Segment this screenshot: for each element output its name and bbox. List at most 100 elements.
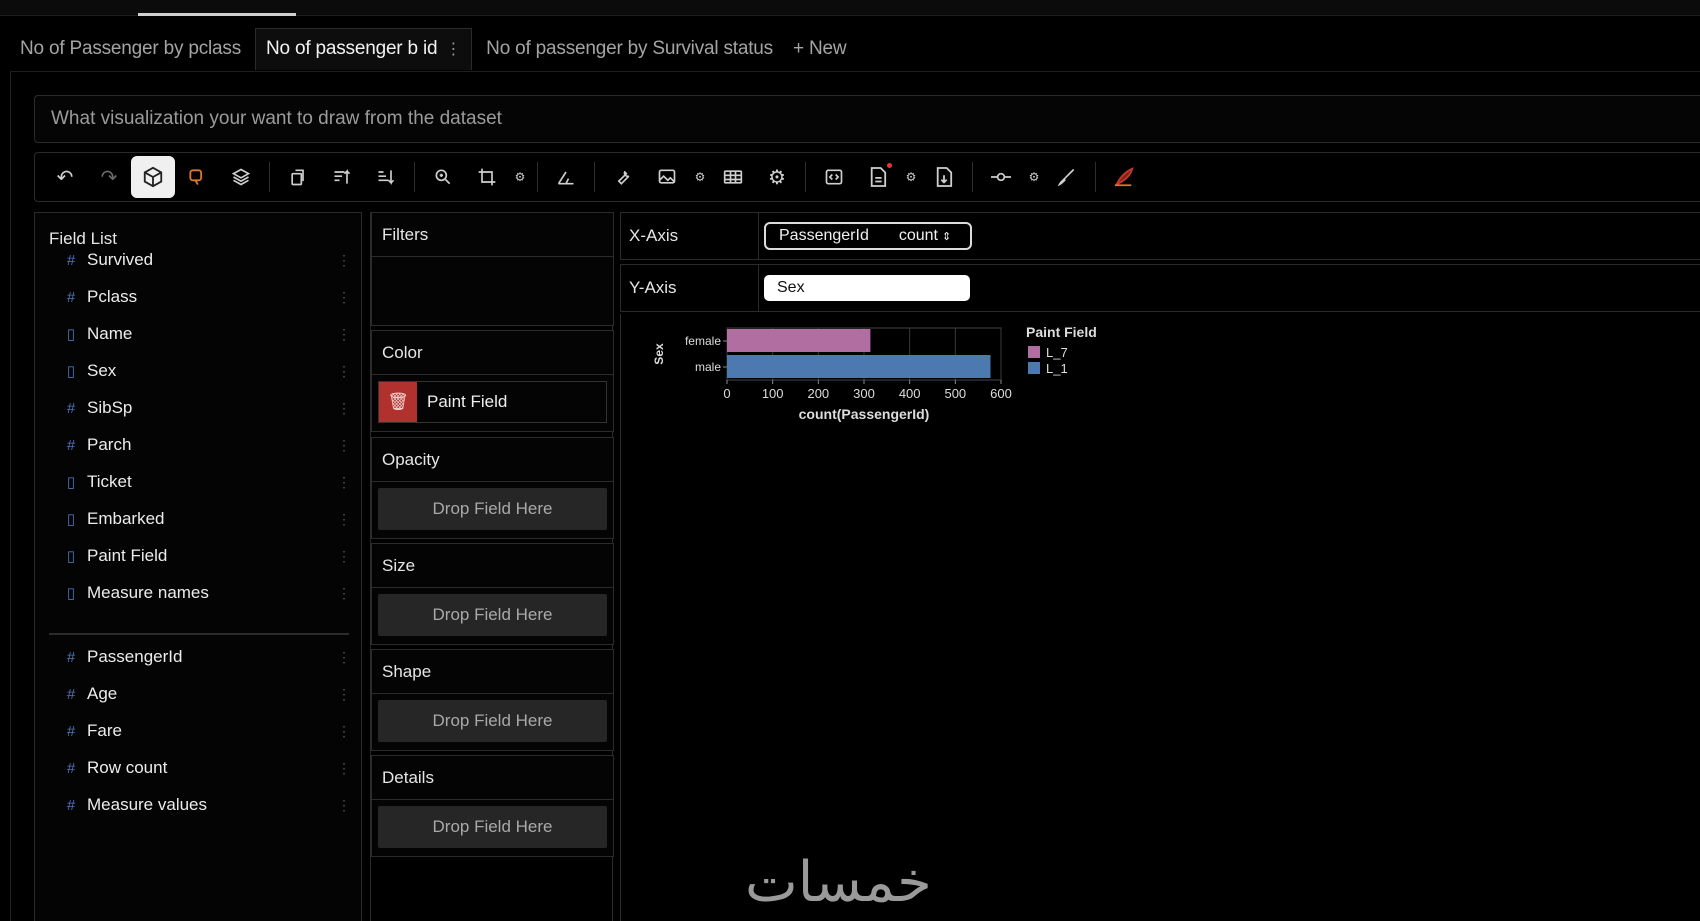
line-settings-icon[interactable]: ⚙ <box>1023 157 1045 197</box>
y-axis-field-pill[interactable]: Sex <box>764 275 970 301</box>
shape-title: Shape <box>372 650 613 694</box>
size-title: Size <box>372 544 613 588</box>
kebab-menu-icon[interactable]: ⋮ <box>337 585 351 602</box>
sort-descending-icon[interactable] <box>364 157 408 197</box>
code-icon[interactable] <box>812 157 856 197</box>
drop-zone[interactable]: Drop Field Here <box>378 806 607 848</box>
field-label: Sex <box>87 361 117 380</box>
chart-canvas: 0 100 200 300 400 500 600 female male count(Passe… <box>620 314 1700 921</box>
field-label: Ticket <box>87 472 132 491</box>
kebab-menu-icon[interactable]: ⋮ <box>337 511 351 528</box>
kebab-menu-icon[interactable]: ⋮ <box>337 437 351 454</box>
x-tick-label: 400 <box>899 386 921 401</box>
field-item[interactable]: ▯ Paint Field ⋮ <box>61 541 351 571</box>
undo-icon[interactable]: ↶ <box>43 157 87 197</box>
field-item[interactable]: # Fare ⋮ <box>61 716 351 746</box>
toolbar-divider <box>972 162 973 192</box>
x-tick-label: 300 <box>853 386 875 401</box>
nl-query-input[interactable]: What visualization your want to draw fro… <box>34 95 1700 143</box>
table-icon[interactable] <box>711 157 755 197</box>
kebab-menu-icon[interactable]: ⋮ <box>337 474 351 491</box>
tab-label: No of passenger b id <box>266 38 438 59</box>
kebab-menu-icon[interactable]: ⋮ <box>337 760 351 777</box>
kebab-menu-icon[interactable]: ⋮ <box>337 363 351 380</box>
line-icon[interactable] <box>979 157 1023 197</box>
toolbar-divider <box>805 162 806 192</box>
tab-passenger-by-survival[interactable]: No of passenger by Survival status <box>476 28 783 70</box>
download-file-icon[interactable] <box>922 157 966 197</box>
x-axis-field-pill[interactable]: PassengerId count ⇕ <box>764 222 972 250</box>
aggregation-select[interactable]: count <box>899 227 938 245</box>
hash-icon: # <box>66 288 76 306</box>
field-item[interactable]: # Survived ⋮ <box>61 245 351 275</box>
tab-passenger-by-id[interactable]: No of passenger b id ⋮ <box>255 27 473 70</box>
x-axis-shelf[interactable]: X-Axis PassengerId count ⇕ <box>620 212 1700 260</box>
kebab-menu-icon[interactable]: ⋮ <box>337 548 351 565</box>
drop-zone[interactable]: Drop Field Here <box>378 700 607 742</box>
field-item[interactable]: ▯ Name ⋮ <box>61 319 351 349</box>
cube-icon[interactable] <box>131 156 175 198</box>
field-label: Pclass <box>87 287 138 306</box>
field-item[interactable]: ▯ Embarked ⋮ <box>61 504 351 534</box>
new-tab-button[interactable]: + New <box>783 28 856 70</box>
sort-ascending-icon[interactable] <box>320 157 364 197</box>
zoom-icon[interactable] <box>421 157 465 197</box>
encoding-panel: Filters Color 🗑 Paint Field Opacity Drop… <box>370 212 614 921</box>
field-item[interactable]: ▯ Sex ⋮ <box>61 356 351 386</box>
bar-chart[interactable]: 0 100 200 300 400 500 600 female male count(Passe… <box>621 314 1700 614</box>
legend-label: L_1 <box>1046 361 1068 376</box>
wrench-icon[interactable] <box>601 157 645 197</box>
field-label: Row count <box>87 758 168 777</box>
field-item[interactable]: # Age ⋮ <box>61 679 351 709</box>
field-item[interactable]: # Parch ⋮ <box>61 430 351 460</box>
tab-passenger-by-pclass[interactable]: No of Passenger by pclass <box>10 28 251 70</box>
field-label: Parch <box>87 435 132 454</box>
kebab-menu-icon[interactable]: ⋮ <box>337 252 351 269</box>
transpose-icon[interactable] <box>276 157 320 197</box>
field-item[interactable]: # PassengerId ⋮ <box>61 642 351 672</box>
kebab-menu-icon[interactable]: ⋮ <box>337 649 351 666</box>
y-axis-shelf[interactable]: Y-Axis Sex <box>620 264 1700 312</box>
x-axis-label: X-Axis <box>621 213 759 259</box>
image-icon[interactable] <box>645 157 689 197</box>
axis-icon[interactable] <box>544 157 588 197</box>
kebab-menu-icon[interactable]: ⋮ <box>337 400 351 417</box>
field-item[interactable]: # Row count ⋮ <box>61 753 351 783</box>
field-item[interactable]: ▯ Ticket ⋮ <box>61 467 351 497</box>
field-item[interactable]: # Pclass ⋮ <box>61 282 351 312</box>
drop-zone[interactable]: Drop Field Here <box>378 488 607 530</box>
layers-icon[interactable] <box>219 157 263 197</box>
kebab-menu-icon[interactable]: ⋮ <box>337 289 351 306</box>
color-field-label: Paint Field <box>427 392 508 411</box>
kebab-menu-icon[interactable]: ⋮ <box>337 797 351 814</box>
field-item[interactable]: # Measure values ⋮ <box>61 790 351 820</box>
crop-settings-icon[interactable]: ⚙ <box>509 157 531 197</box>
color-field-pill[interactable]: 🗑 Paint Field <box>378 381 607 423</box>
gear-icon[interactable]: ⚙ <box>755 157 799 197</box>
feather-icon[interactable] <box>1102 157 1146 197</box>
field-item[interactable]: # SibSp ⋮ <box>61 393 351 423</box>
filters-shelf[interactable]: Filters <box>371 212 614 326</box>
field-item[interactable]: ▯ Measure names ⋮ <box>61 578 351 608</box>
kebab-menu-icon[interactable]: ⋮ <box>337 326 351 343</box>
x-tick-label: 0 <box>723 386 730 401</box>
kebab-menu-icon[interactable]: ⋮ <box>445 39 461 59</box>
crop-icon[interactable] <box>465 157 509 197</box>
text-field-icon: ▯ <box>66 474 76 491</box>
export-settings-icon[interactable]: ⚙ <box>900 157 922 197</box>
chevron-updown-icon[interactable]: ⇕ <box>942 230 951 243</box>
drop-zone[interactable]: Drop Field Here <box>378 594 607 636</box>
kebab-menu-icon[interactable]: ⋮ <box>337 723 351 740</box>
toolbar-divider <box>537 162 538 192</box>
toolbar-divider <box>594 162 595 192</box>
redo-icon[interactable]: ↷ <box>87 157 131 197</box>
legend-title: Paint Field <box>1026 324 1097 340</box>
size-shelf: Size Drop Field Here <box>371 543 614 645</box>
paint-brush-icon[interactable] <box>1045 157 1089 197</box>
export-file-icon[interactable] <box>856 157 900 197</box>
lasso-icon[interactable] <box>175 157 219 197</box>
color-shelf[interactable]: Color 🗑 Paint Field <box>371 330 614 432</box>
kebab-menu-icon[interactable]: ⋮ <box>337 686 351 703</box>
trash-icon[interactable]: 🗑 <box>379 382 417 422</box>
image-settings-icon[interactable]: ⚙ <box>689 157 711 197</box>
